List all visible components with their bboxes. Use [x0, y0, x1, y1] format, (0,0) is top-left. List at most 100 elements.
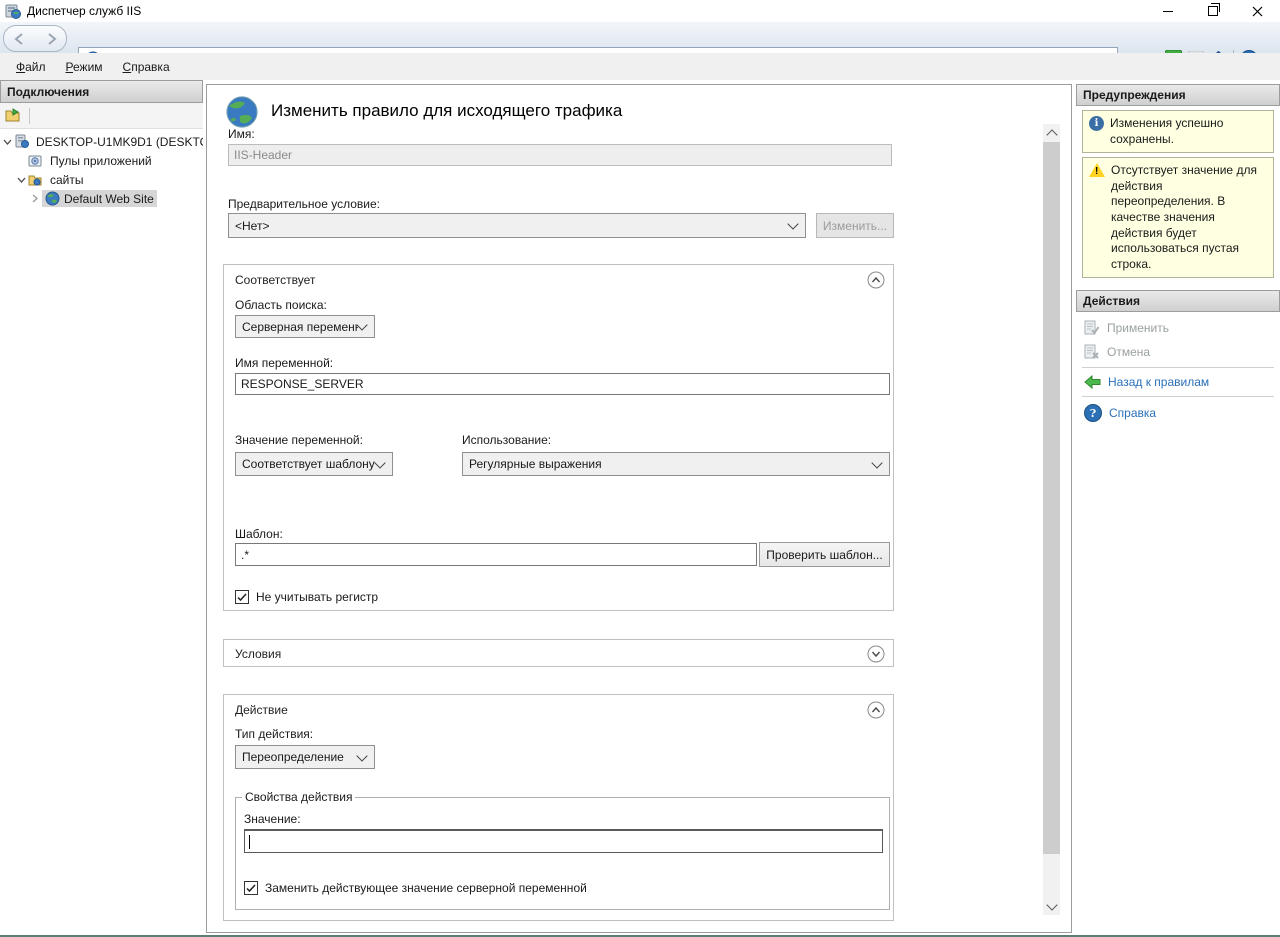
save-connection-icon[interactable]: [5, 108, 21, 123]
variable-value-select[interactable]: Соответствует шаблону: [235, 452, 393, 476]
chevron-down-icon: [1046, 899, 1057, 910]
ignore-case-checkbox[interactable]: [235, 590, 249, 604]
alert-info: i Изменения успешно сохранены.: [1082, 110, 1274, 153]
minimize-icon: [1163, 11, 1173, 12]
cancel-action: Отмена: [1076, 340, 1280, 364]
back-icon[interactable]: [13, 33, 27, 45]
text-cursor: [249, 835, 250, 849]
restore-button[interactable]: [1190, 0, 1235, 22]
connections-tree: DESKTOP-U1MK9D1 (DESKTOP Пулы приложений: [0, 129, 203, 937]
tree-item-server[interactable]: DESKTOP-U1MK9D1 (DESKTOP: [0, 132, 203, 151]
scope-select[interactable]: Серверная переменн: [235, 315, 375, 338]
name-input: [228, 144, 892, 166]
back-arrow-icon: [1084, 375, 1101, 389]
name-label: Имя:: [228, 127, 255, 141]
chevron-down-icon: [356, 319, 367, 330]
scrollbar-thumb[interactable]: [1043, 142, 1060, 854]
conditions-section: Условия: [223, 639, 894, 667]
chevron-down-icon: [356, 750, 367, 761]
chevron-expanded-icon[interactable]: [3, 139, 12, 145]
actions-header: Действия: [1076, 290, 1280, 312]
ignore-case-label: Не учитывать регистр: [256, 590, 378, 604]
apply-icon: [1084, 320, 1100, 336]
application-pools-icon: [28, 153, 43, 168]
scroll-up-button[interactable]: [1043, 124, 1060, 142]
match-section-header: Соответствует: [235, 273, 315, 287]
help-link[interactable]: ? Справка: [1076, 400, 1280, 426]
scroll-down-button[interactable]: [1043, 897, 1060, 915]
expand-section-icon[interactable]: [867, 645, 885, 663]
using-select[interactable]: Регулярные выражения: [462, 452, 890, 476]
separator: [1082, 367, 1274, 368]
iis-manager-window: Диспетчер служб IIS DESKTOP-U1MK9D1 сайт…: [0, 0, 1280, 937]
action-section-header: Действие: [235, 703, 288, 717]
tree-item-app-pools[interactable]: Пулы приложений: [0, 151, 203, 170]
tree-item-default-web-site[interactable]: Default Web Site: [0, 189, 203, 208]
action-section: Действие Тип действия: Переопределение С…: [223, 694, 894, 921]
separator: [1082, 396, 1274, 397]
tree-item-label: Пулы приложений: [47, 153, 155, 169]
variable-name-label: Имя переменной:: [235, 356, 333, 370]
warning-icon: !: [1089, 163, 1105, 177]
chevron-down-icon: [871, 457, 882, 468]
alert-warning: ! Отсутствует значение для действия пере…: [1082, 157, 1274, 278]
checkmark-icon: [246, 884, 256, 893]
collapse-section-icon[interactable]: [867, 701, 885, 719]
using-label: Использование:: [462, 433, 551, 447]
apply-action: Применить: [1076, 316, 1280, 340]
precondition-select[interactable]: <Нет>: [228, 213, 806, 238]
window-title: Диспетчер служб IIS: [27, 4, 141, 18]
tree-item-label: Default Web Site: [64, 192, 154, 206]
alert-text: Отсутствует значение для действия переоп…: [1111, 163, 1267, 272]
scope-label: Область поиска:: [235, 298, 327, 312]
menu-help[interactable]: Справка: [113, 56, 180, 78]
action-value-label: Значение:: [244, 812, 301, 826]
tree-item-label: сайты: [47, 172, 87, 188]
precondition-label: Предварительное условие:: [228, 197, 380, 211]
variable-name-input[interactable]: [235, 373, 890, 395]
test-pattern-button[interactable]: Проверить шаблон...: [759, 542, 890, 567]
action-value-input[interactable]: [244, 829, 883, 853]
pattern-input[interactable]: [235, 543, 757, 566]
back-to-rules-label: Назад к правилам: [1108, 375, 1209, 389]
ignore-case-row: Не учитывать регистр: [235, 590, 378, 604]
sites-folder-icon: [28, 173, 43, 187]
action-properties-group: Свойства действия Значение: Заменить дей…: [235, 790, 890, 910]
app-icon: [5, 3, 21, 19]
cancel-icon: [1084, 344, 1100, 360]
toolbar-separator: [29, 108, 30, 124]
title-bar: Диспетчер служб IIS: [0, 0, 1280, 22]
page-title: Изменить правило для исходящего трафика: [271, 101, 622, 121]
menu-view[interactable]: Режим: [56, 56, 113, 78]
menu-file[interactable]: Файл: [6, 56, 56, 78]
alert-text: Изменения успешно сохранены.: [1110, 116, 1267, 147]
edit-precondition-button: Изменить...: [816, 213, 894, 238]
replace-value-checkbox[interactable]: [244, 881, 258, 895]
close-button[interactable]: [1235, 0, 1280, 22]
action-type-label: Тип действия:: [235, 727, 313, 741]
window-controls: [1145, 0, 1280, 22]
collapse-section-icon[interactable]: [867, 271, 885, 289]
chevron-expanded-icon[interactable]: [17, 177, 26, 183]
chevron-down-icon: [787, 218, 798, 229]
tree-item-sites[interactable]: сайты: [0, 170, 203, 189]
menu-bar: Файл Режим Справка: [0, 53, 1280, 80]
connections-toolbar: [0, 103, 203, 129]
restore-icon: [1208, 6, 1218, 16]
navigation-buttons: [3, 25, 67, 52]
address-bar: DESKTOP-U1MK9D1 сайты Default Web Site: [0, 22, 1280, 54]
action-type-select[interactable]: Переопределение: [235, 745, 375, 769]
site-globe-icon: [45, 191, 60, 206]
back-to-rules-link[interactable]: Назад к правилам: [1076, 371, 1280, 393]
chevron-collapsed-icon[interactable]: [32, 194, 38, 203]
forward-icon[interactable]: [44, 33, 58, 45]
action-properties-legend: Свойства действия: [242, 790, 355, 804]
cancel-label: Отмена: [1107, 345, 1150, 359]
replace-value-label: Заменить действующее значение серверной …: [265, 881, 587, 895]
main-scrollbar[interactable]: [1043, 124, 1060, 915]
minimize-button[interactable]: [1145, 0, 1190, 22]
chevron-up-icon: [1046, 129, 1057, 140]
server-icon: [14, 134, 29, 149]
alerts-header: Предупреждения: [1076, 84, 1280, 106]
close-icon: [1252, 6, 1263, 17]
